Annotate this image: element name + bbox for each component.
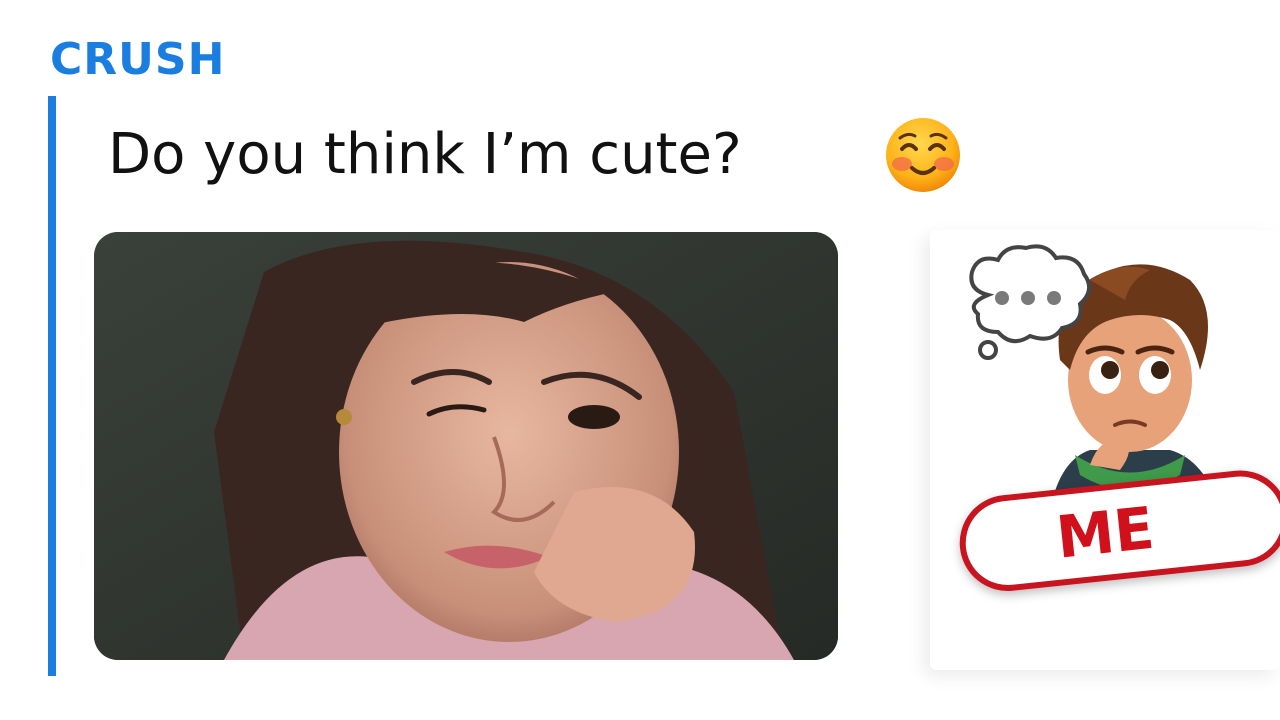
shared-selfie-photo[interactable] xyxy=(94,232,838,660)
smiling-face-icon xyxy=(884,116,962,194)
message-text: Do you think I’m cute? xyxy=(108,122,742,187)
sender-name: CRUSH xyxy=(50,34,226,85)
chat-screen: CRUSH Do you think I’m cute? ME xyxy=(0,0,1280,720)
thought-bubble-typing-icon xyxy=(958,240,1098,365)
thread-accent-bar xyxy=(48,96,56,676)
